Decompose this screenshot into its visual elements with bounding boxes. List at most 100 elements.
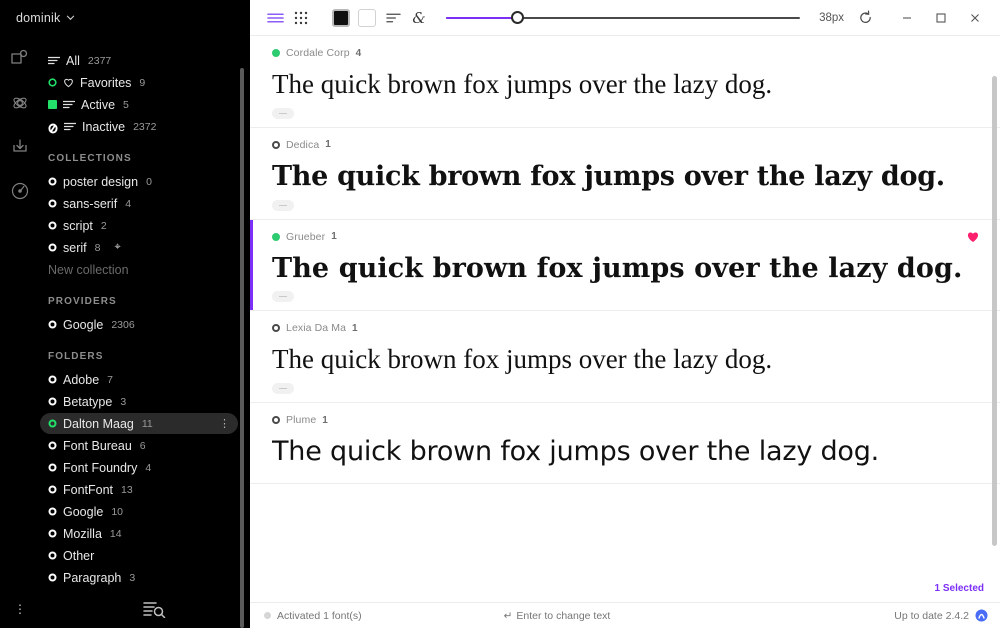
expand-styles-button[interactable] (272, 383, 294, 394)
sidebar-item-font-bureau[interactable]: Font Bureau 6 (40, 435, 238, 456)
chevron-down-icon (66, 13, 75, 22)
sidebar-item-adobe[interactable]: Adobe 7 (40, 369, 238, 390)
sidebar-item-inactive[interactable]: Inactive 2372 (40, 116, 238, 137)
black-swatch-button[interactable] (328, 5, 354, 31)
font-family-name: Lexia Da Ma (286, 322, 347, 335)
sidebar-item-count: 0 (146, 175, 152, 188)
font-list[interactable]: Cordale Corp 4 The quick brown fox jumps… (250, 36, 1000, 602)
sidebar-item-active[interactable]: Active 5 (40, 94, 238, 115)
sidebar-item-count: 11 (141, 417, 153, 430)
sidebar-item-count: 10 (111, 505, 123, 518)
sidebar-item-other[interactable]: Other (40, 545, 238, 566)
sidebar-item-betatype[interactable]: Betatype 3 (40, 391, 238, 412)
heart-icon (63, 77, 74, 88)
font-sample-text[interactable]: The quick brown fox jumps over the lazy … (272, 68, 980, 102)
sidebar-item-sans-serif[interactable]: sans-serif 4 (40, 193, 238, 214)
status-ring-inactive-icon (272, 324, 280, 333)
sidebar-nav: All 2377 Favorites 9 Active 5 Inactive 2… (40, 36, 250, 590)
font-size-slider[interactable] (446, 5, 800, 31)
fonts-tag-icon[interactable] (9, 48, 31, 70)
font-sample-text[interactable]: The quick brown fox jumps over the lazy … (272, 160, 980, 194)
ring-marker-icon (48, 441, 57, 450)
sidebar-scrollbar[interactable] (240, 68, 244, 628)
main-scrollbar[interactable] (992, 76, 997, 546)
icon-rail (0, 36, 40, 590)
font-sample-text[interactable]: The quick brown fox jumps over the lazy … (272, 435, 980, 469)
folders-heading: FOLDERS (48, 351, 104, 362)
font-sample-text[interactable]: The quick brown fox jumps over the lazy … (272, 343, 980, 377)
sidebar: dominik All 2377 Favorites 9 Active 5 In… (0, 0, 250, 628)
font-row-header: Dedica 1 (272, 138, 980, 152)
font-style-count: 1 (322, 414, 328, 426)
font-size-label: 38px (819, 11, 844, 24)
install-download-icon[interactable] (9, 136, 31, 158)
ring-marker-icon (48, 177, 57, 186)
maximize-icon[interactable] (926, 4, 956, 32)
app-logo-icon[interactable] (975, 609, 988, 622)
status-version: Up to date 2.4.2 (894, 609, 988, 622)
more-vertical-icon[interactable]: ⋮ (14, 603, 34, 615)
sidebar-item-count: 3 (129, 571, 136, 584)
ring-marker-icon (48, 78, 57, 87)
sidebar-item-font-foundry[interactable]: Font Foundry 4 (40, 457, 238, 478)
sidebar-item-count: 8 (94, 241, 101, 254)
sidebar-item-paragraph[interactable]: Paragraph 3 (40, 567, 238, 588)
sidebar-item-label: Font Bureau (63, 438, 132, 453)
sidebar-item-label: Inactive (82, 119, 126, 134)
list-search-icon[interactable] (142, 600, 166, 618)
close-icon[interactable] (960, 4, 990, 32)
expand-styles-button[interactable] (272, 199, 294, 211)
font-row[interactable]: Lexia Da Ma 1 The quick brown fox jumps … (250, 311, 1000, 403)
sidebar-item-fontfont[interactable]: FontFont 13 (40, 479, 238, 500)
settings-atom-icon[interactable] (9, 92, 31, 114)
sidebar-item-mozilla[interactable]: Mozilla 14 (40, 523, 238, 544)
sidebar-item-google-folder[interactable]: Google 10 (40, 501, 238, 522)
font-sample-text[interactable]: The quick brown fox jumps over the lazy … (272, 252, 980, 286)
minimize-icon[interactable] (892, 4, 922, 32)
sidebar-item-count: 7 (107, 373, 113, 386)
ring-marker-icon (48, 320, 57, 329)
favorite-heart-icon[interactable] (966, 230, 980, 244)
ring-marker-icon (48, 573, 57, 582)
font-row[interactable]: Plume 1 The quick brown fox jumps over t… (250, 403, 1000, 484)
ampersand-glyph-icon[interactable]: & (406, 5, 432, 31)
sidebar-item-poster-design[interactable]: poster design 0 (40, 171, 238, 192)
sidebar-item-label: poster design (63, 174, 139, 189)
expand-styles-button[interactable] (272, 107, 294, 119)
sidebar-item-count: 4 (125, 197, 132, 210)
list-view-icon[interactable] (262, 5, 288, 31)
slider-thumb[interactable] (510, 10, 524, 24)
sidebar-item-google-provider[interactable]: Google 2306 (40, 314, 238, 335)
white-swatch-button[interactable] (354, 5, 380, 31)
sidebar-item-serif[interactable]: serif 8 ⌖ (40, 237, 238, 258)
status-version-label: Up to date 2.4.2 (894, 609, 969, 622)
reset-icon[interactable] (852, 5, 878, 31)
status-activated-label: Activated 1 font(s) (277, 609, 362, 622)
more-vertical-icon[interactable]: ⋮ (219, 418, 230, 429)
grid-view-icon[interactable] (288, 5, 314, 31)
sidebar-item-count: 4 (145, 461, 152, 474)
sidebar-item-count: 9 (139, 76, 146, 89)
sidebar-item-count: 13 (121, 483, 133, 496)
font-family-name: Dedica (286, 138, 320, 151)
text-cursor-icon: ⌖ (114, 241, 121, 253)
user-menu[interactable]: dominik (0, 0, 250, 36)
text-align-icon[interactable] (380, 5, 406, 31)
broadcast-icon[interactable] (9, 180, 31, 202)
status-bar: Activated 1 font(s) ↵ Enter to change te… (250, 602, 1000, 628)
sidebar-item-script[interactable]: script 2 (40, 215, 238, 236)
font-row[interactable]: Grueber 1 The quick brown fox jumps over… (250, 219, 1000, 312)
ring-marker-icon (48, 529, 57, 538)
sidebar-item-all[interactable]: All 2377 (40, 50, 238, 71)
sidebar-item-count: 6 (139, 439, 146, 452)
new-collection-button[interactable]: New collection (40, 259, 238, 280)
expand-styles-button[interactable] (272, 291, 294, 303)
font-row[interactable]: Dedica 1 The quick brown fox jumps over … (250, 127, 1000, 220)
font-row[interactable]: Cordale Corp 4 The quick brown fox jumps… (250, 36, 1000, 128)
ring-marker-icon (48, 507, 57, 516)
sidebar-item-favorites[interactable]: Favorites 9 (40, 72, 238, 93)
sidebar-item-dalton-maag[interactable]: Dalton Maag 11 ⋮ (40, 413, 238, 434)
ring-marker-icon (48, 485, 57, 494)
status-dot-active-icon (272, 232, 280, 241)
sidebar-item-label: Mozilla (63, 526, 102, 541)
